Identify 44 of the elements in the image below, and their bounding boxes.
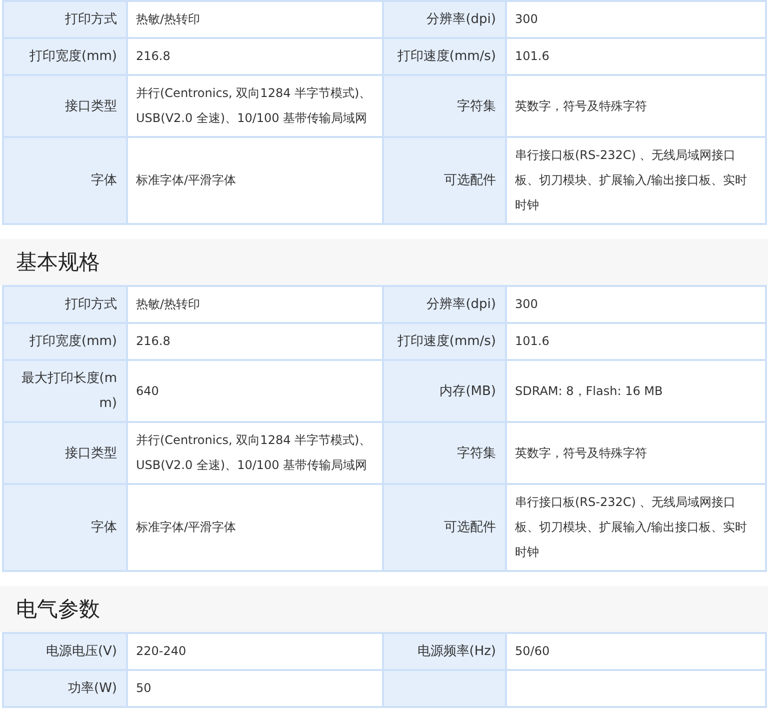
label-cell: 分辨率(dpi) [384,2,505,37]
value-cell: 216.8 [128,324,382,359]
value-cell: 串行接口板(RS-232C) 、无线局域网接口板、切刀模块、扩展输入/输出接口板、实时时钟 [507,138,765,223]
value-cell: 并行(Centronics, 双向1284 半字节模式)、USB(V2.0 全速)、10/100 基带传输局域网 [128,76,382,136]
label-cell: 打印宽度(mm) [4,324,126,359]
value-cell: 串行接口板(RS-232C) 、无线局域网接口板、切刀模块、扩展输入/输出接口板、实时时钟 [507,485,765,570]
value-cell: 50/60 [507,634,765,669]
value-cell: 216.8 [128,39,382,74]
value-cell: 热敏/热转印 [128,2,382,37]
value-cell: 101.6 [507,324,765,359]
label-cell: 可选配件 [384,138,505,223]
section-heading: 基本规格 [0,239,768,285]
label-cell: 可选配件 [384,485,505,570]
value-cell: 标准字体/平滑字体 [128,138,382,223]
label-cell: 接口类型 [4,76,126,136]
value-cell: 并行(Centronics, 双向1284 半字节模式)、USB(V2.0 全速)、10/100 基带传输局域网 [128,423,382,483]
label-cell: 分辨率(dpi) [384,287,505,322]
value-cell: 英数字，符号及特殊字符 [507,76,765,136]
value-cell: 300 [507,2,765,37]
value-cell: 101.6 [507,39,765,74]
label-cell: 功率(W) [4,671,126,706]
value-cell: 标准字体/平滑字体 [128,485,382,570]
label-cell: 字体 [4,485,126,570]
value-cell: 300 [507,287,765,322]
section-heading: 电气参数 [0,586,768,632]
value-cell: 英数字，符号及特殊字符 [507,423,765,483]
value-cell: 热敏/热转印 [128,287,382,322]
label-cell: 打印宽度(mm) [4,39,126,74]
label-cell: 接口类型 [4,423,126,483]
label-cell: 字体 [4,138,126,223]
label-cell: 最大打印长度(mm) [4,361,126,421]
value-cell: 220-240 [128,634,382,669]
label-cell: 打印速度(mm/s) [384,39,505,74]
label-cell: 打印速度(mm/s) [384,324,505,359]
value-cell: SDRAM: 8，Flash: 16 MB [507,361,765,421]
label-cell: 电源电压(V) [4,634,126,669]
value-cell: 50 [128,671,382,706]
label-cell: 字符集 [384,423,505,483]
label-cell: 电源频率(Hz) [384,634,505,669]
value-cell: 640 [128,361,382,421]
label-cell: 内存(MB) [384,361,505,421]
label-cell: 字符集 [384,76,505,136]
label-cell: 打印方式 [4,2,126,37]
label-cell: 打印方式 [4,287,126,322]
